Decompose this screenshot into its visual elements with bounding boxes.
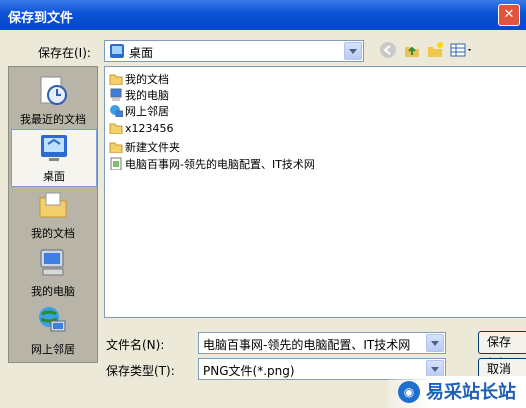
- up-folder-icon: [405, 46, 419, 57]
- save-in-value: 桌面: [129, 46, 154, 60]
- watermark: ◉ 易采站长站: [388, 376, 526, 408]
- save-dialog: 保存到文件 ✕ 保存在(I): 桌面 我最近的文档 桌面 我的文档 我的电脑 网…: [0, 0, 526, 408]
- save-button[interactable]: 保存(S): [478, 331, 526, 370]
- view-menu-button[interactable]: [449, 41, 475, 61]
- save-in-combo[interactable]: 桌面: [104, 40, 364, 62]
- back-arrow-icon: [380, 42, 396, 58]
- list-item[interactable]: 电脑百事网-领先的电脑配置、IT技术网: [109, 156, 315, 172]
- desktop-icon: [110, 44, 124, 58]
- view-grid-icon: [450, 43, 471, 57]
- close-button[interactable]: ✕: [498, 4, 520, 26]
- place-my-documents[interactable]: 我的文档: [11, 187, 95, 243]
- file-name: 我的电脑: [125, 89, 169, 102]
- filetype-label: 保存类型(T):: [106, 364, 175, 378]
- title-bar[interactable]: 保存到文件 ✕: [0, 0, 526, 30]
- place-label: 我的电脑: [31, 285, 75, 298]
- folder-icon: [109, 123, 123, 134]
- recent-docs-icon: [40, 76, 67, 105]
- place-recent-docs[interactable]: 我最近的文档: [11, 73, 95, 129]
- my-computer-icon: [110, 88, 122, 101]
- new-folder-icon: [428, 42, 443, 57]
- file-name: 电脑百事网-领先的电脑配置、IT技术网: [125, 158, 315, 171]
- filename-input[interactable]: 电脑百事网-领先的电脑配置、IT技术网: [198, 332, 446, 354]
- back-button[interactable]: [378, 41, 398, 61]
- new-folder-button[interactable]: [425, 41, 445, 61]
- place-label: 桌面: [43, 170, 65, 183]
- my-docs-icon: [109, 74, 123, 85]
- chevron-down-icon[interactable]: [426, 334, 444, 352]
- place-network[interactable]: 网上邻居: [11, 303, 95, 359]
- chevron-down-icon[interactable]: [344, 42, 362, 60]
- list-item[interactable]: 我的电脑: [109, 87, 169, 103]
- network-icon: [110, 105, 123, 117]
- network-icon: [39, 307, 66, 332]
- watermark-logo-icon: ◉: [398, 381, 420, 403]
- places-bar: 我最近的文档 桌面 我的文档 我的电脑 网上邻居: [8, 66, 98, 363]
- file-name: 新建文件夹: [125, 141, 180, 154]
- file-name: x123456: [125, 122, 174, 135]
- list-item[interactable]: 我的文档: [109, 71, 169, 87]
- file-list[interactable]: 我的文档 我的电脑 网上邻居 x123456 新建文件夹 电脑百事网-领先的电脑…: [104, 66, 526, 318]
- filetype-value: PNG文件(*.png): [203, 364, 295, 378]
- my-docs-icon: [39, 192, 67, 218]
- my-computer-icon: [40, 249, 64, 276]
- place-label: 网上邻居: [31, 343, 75, 356]
- file-name: 我的文档: [125, 73, 169, 86]
- folder-icon: [109, 142, 123, 153]
- png-file-icon: [110, 157, 122, 170]
- list-item[interactable]: 网上邻居: [109, 103, 169, 119]
- place-my-computer[interactable]: 我的电脑: [11, 245, 95, 301]
- filename-label: 文件名(N):: [106, 338, 165, 352]
- filename-value: 电脑百事网-领先的电脑配置、IT技术网: [203, 338, 411, 352]
- window-title: 保存到文件: [8, 11, 74, 26]
- file-name: 网上邻居: [125, 105, 169, 118]
- place-desktop[interactable]: 桌面: [11, 129, 97, 187]
- watermark-text: 易采站长站: [426, 382, 516, 403]
- list-item[interactable]: x123456: [109, 121, 174, 137]
- up-folder-button[interactable]: [402, 41, 422, 61]
- place-label: 我的文档: [31, 227, 75, 240]
- desktop-icon: [41, 135, 67, 161]
- place-label: 我最近的文档: [20, 113, 86, 126]
- list-item[interactable]: 新建文件夹: [109, 139, 180, 155]
- save-in-label: 保存在(I):: [38, 46, 91, 60]
